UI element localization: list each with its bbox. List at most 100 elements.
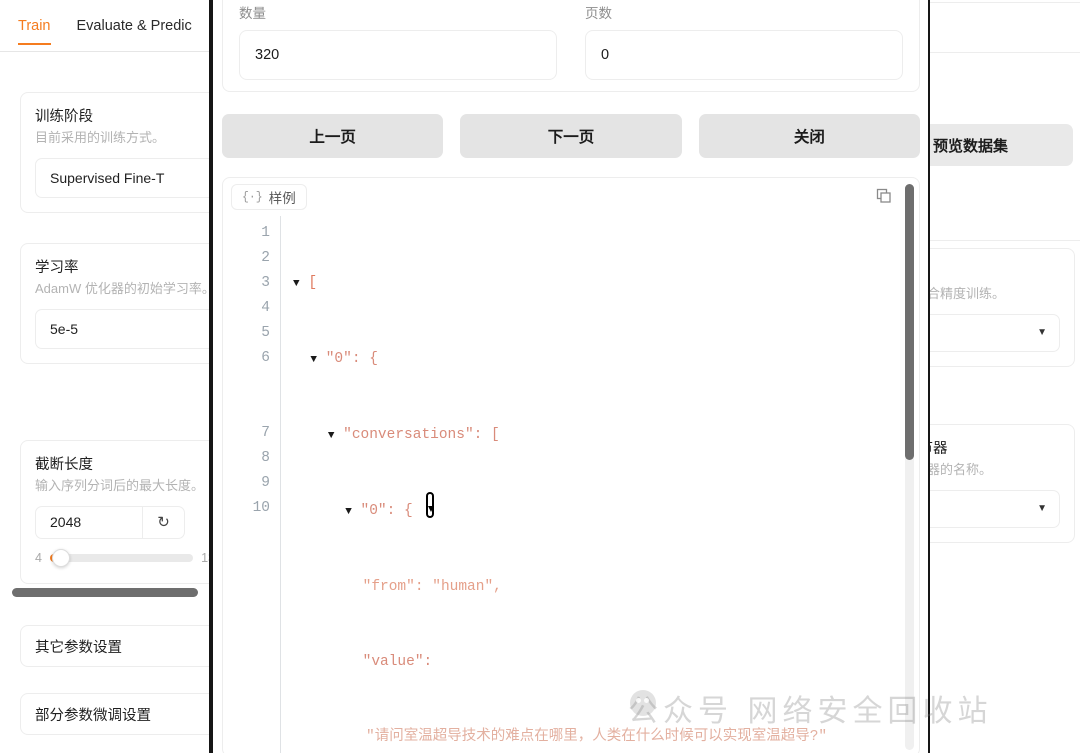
divider (930, 240, 1080, 241)
text-cursor-icon (424, 442, 436, 518)
next-page-button[interactable]: 下一页 (460, 114, 682, 158)
preview-dataset-modal: 数量 320 页数 0 上一页 下一页 关闭 {·} 样例 1 2 3 4 5 … (214, 0, 928, 753)
json-viewer-panel: {·} 样例 1 2 3 4 5 6 7 8 9 10 ▼ [▼ "0": {… (222, 177, 920, 753)
card-compute-type: 算类型 否使用混合精度训练。 bf16 ▼ (930, 248, 1075, 367)
background-left-panel: Train Evaluate & Predic 训练阶段 目前采用的训练方式。 … (0, 0, 210, 753)
card-learning-rate: 学习率 AdamW 优化器的初始学习率。 5e-5 (20, 243, 210, 364)
line-number: 9 (261, 475, 270, 491)
cutoff-length-stepper[interactable]: 2048 ↻ (35, 505, 185, 539)
field-page-label: 页数 (585, 6, 612, 21)
next-page-label: 下一页 (547, 129, 595, 146)
preview-dataset-button[interactable]: 预览数据集 (930, 124, 1073, 166)
line-number: 7 (261, 425, 270, 441)
json-line-text: "请问室温超导技术的难点在哪里，人类在什么时候可以实现室温超导?" (366, 729, 828, 745)
collapse-arrow-icon[interactable]: ▼ (345, 506, 352, 518)
line-number: 2 (261, 250, 270, 266)
card-cutoff-length: 截断长度 输入序列分词后的最大长度。 2048 ↻ 4 13 (20, 440, 210, 584)
card-compute-type-title: 算类型 (930, 261, 1060, 282)
json-line: "请问室温超导技术的难点在哪里，人类在什么时候可以实现室温超导?" (293, 725, 897, 750)
card-learning-rate-desc: AdamW 优化器的初始学习率。 (35, 281, 210, 296)
close-label: 关闭 (793, 129, 825, 146)
line-number: 1 (261, 225, 270, 241)
json-code-content: ▼ [ ▼ "0": { ▼ "conversations": [ ▼ "0":… (281, 216, 919, 753)
tab-train[interactable]: Train (18, 18, 51, 45)
json-line: "value": (293, 650, 897, 675)
card-lr-scheduler-desc: 习率调度器的名称。 (930, 462, 993, 477)
json-viewer-tab-label: 样例 (268, 191, 296, 206)
prev-page-button[interactable]: 上一页 (222, 114, 444, 158)
close-button[interactable]: 关闭 (698, 114, 920, 158)
json-viewer-tab[interactable]: {·} 样例 (231, 184, 307, 210)
main-tab-bar: Train Evaluate & Predic (0, 18, 210, 52)
line-number: 3 (261, 275, 270, 291)
slider-min-label: 4 (35, 550, 42, 565)
json-line-text: [ (308, 275, 318, 291)
card-lr-scheduler: 习率调节器 习率调度器的名称。 cosine ▼ (930, 424, 1075, 543)
json-line-text: "conversations": [ (343, 427, 500, 443)
prev-page-label: 上一页 (309, 129, 356, 146)
accordion-other-params-label: 其它参数设置 (35, 639, 122, 656)
collapse-arrow-icon[interactable]: ▼ (328, 430, 335, 442)
json-line-text: "0": { (325, 351, 378, 367)
json-line: ▼ "conversations": [ (293, 423, 897, 449)
copy-icon[interactable] (871, 183, 897, 209)
card-cutoff-length-title: 截断长度 (35, 457, 93, 473)
line-number: 6 (261, 350, 270, 366)
accordion-other-params[interactable]: 其它参数设置 (20, 625, 210, 667)
divider (930, 52, 1080, 53)
json-line-text: "0": { (360, 503, 413, 519)
line-number: 4 (261, 300, 270, 316)
modal-left-edge (209, 0, 213, 753)
json-line-text: "from": "human", (362, 579, 502, 595)
json-scrollbar-thumb[interactable] (905, 184, 914, 460)
accordion-partial-finetune[interactable]: 部分参数微调设置 (20, 693, 210, 735)
card-training-stage: 训练阶段 目前采用的训练方式。 Supervised Fine-T (20, 92, 210, 213)
divider (930, 2, 1080, 3)
compute-type-select[interactable]: bf16 ▼ (930, 313, 1060, 352)
field-count-value: 320 (255, 47, 280, 63)
chevron-down-icon: ▼ (1037, 503, 1047, 515)
braces-icon: {·} (242, 190, 263, 204)
chevron-down-icon: ▼ (1037, 327, 1047, 339)
training-stage-select[interactable]: Supervised Fine-T (35, 157, 210, 198)
background-right-panel: 预览数据集 算类型 否使用混合精度训练。 bf16 ▼ 习率调节器 习率调度器的… (930, 0, 1080, 753)
watermark-logo-icon (630, 690, 656, 716)
line-number-gutter: 1 2 3 4 5 6 7 8 9 10 (223, 216, 281, 753)
card-compute-type-desc: 否使用混合精度训练。 (930, 286, 1006, 301)
field-count-input[interactable]: 320 (239, 30, 557, 80)
collapse-arrow-icon[interactable]: ▼ (293, 278, 300, 290)
field-page: 页数 0 (585, 0, 903, 91)
json-line-text: "value": (362, 654, 433, 670)
card-learning-rate-title: 学习率 (35, 260, 79, 276)
field-page-value: 0 (601, 47, 610, 63)
json-line: "from": "human", (293, 575, 897, 600)
cutoff-length-slider[interactable] (49, 548, 194, 567)
learning-rate-input[interactable]: 5e-5 (35, 308, 210, 349)
reset-icon[interactable]: ↻ (142, 506, 184, 538)
modal-pagination-fields: 数量 320 页数 0 (222, 0, 920, 92)
json-line: ▼ "0": { (293, 347, 897, 373)
line-number: 8 (261, 450, 270, 466)
collapse-arrow-icon[interactable]: ▼ (310, 354, 317, 366)
field-page-input[interactable]: 0 (585, 30, 903, 80)
learning-rate-value: 5e-5 (50, 320, 79, 337)
training-stage-value: Supervised Fine-T (50, 169, 165, 186)
field-count-label: 数量 (239, 6, 266, 21)
card-training-stage-desc: 目前采用的训练方式。 (35, 130, 166, 145)
cutoff-length-slider-row: 4 13 (35, 548, 210, 567)
modal-button-row: 上一页 下一页 关闭 (222, 114, 920, 158)
accordion-partial-finetune-label: 部分参数微调设置 (35, 707, 151, 724)
json-code-area[interactable]: 1 2 3 4 5 6 7 8 9 10 ▼ [ ▼ "0": {▼ "con… (223, 216, 919, 753)
card-training-stage-title: 训练阶段 (35, 109, 93, 125)
horizontal-scrollbar[interactable] (12, 588, 198, 597)
field-count: 数量 320 (239, 0, 557, 91)
json-line: ▼ [ (293, 271, 897, 297)
lr-scheduler-select[interactable]: cosine ▼ (930, 489, 1060, 528)
slider-thumb[interactable] (51, 548, 70, 567)
preview-dataset-label: 预览数据集 (932, 137, 1008, 155)
line-number: 5 (261, 325, 270, 341)
tab-evaluate-predict[interactable]: Evaluate & Predic (77, 18, 192, 43)
json-line: ▼ "0": { (293, 499, 897, 525)
card-cutoff-length-desc: 输入序列分词后的最大长度。 (35, 478, 205, 493)
cutoff-length-value: 2048 (50, 514, 82, 531)
